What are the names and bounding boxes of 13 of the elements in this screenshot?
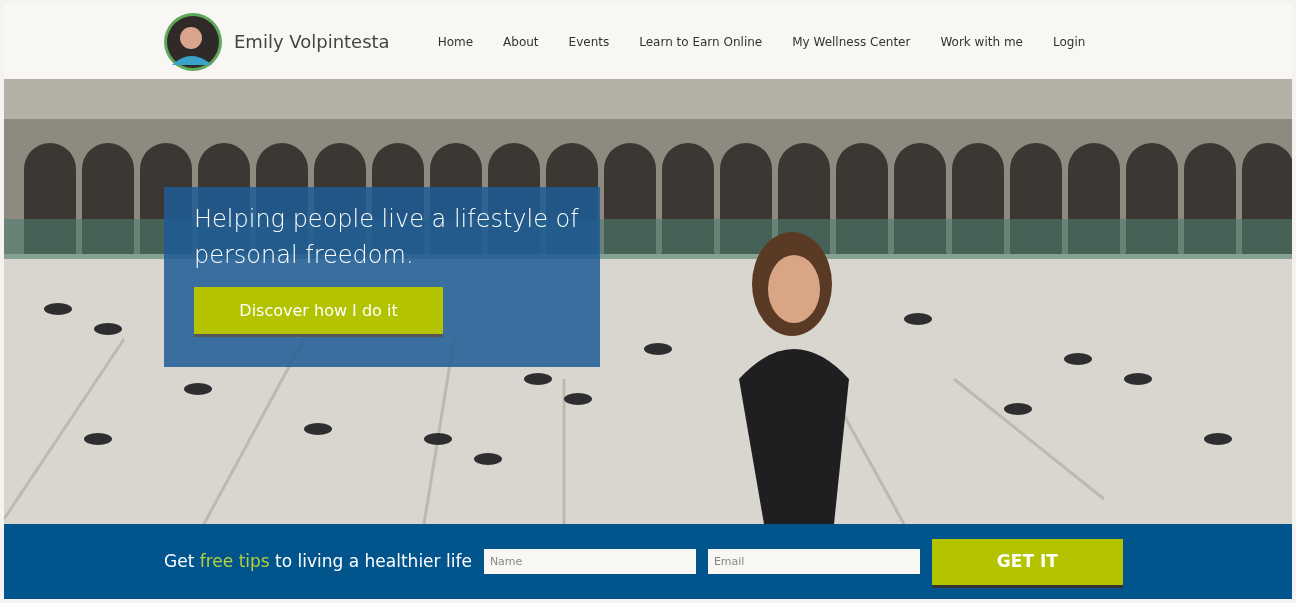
nav-link[interactable]: Events xyxy=(568,32,610,51)
signup-field[interactable]: Name xyxy=(483,549,696,574)
site-name: Emily Volpintesta xyxy=(234,30,390,54)
nav-link[interactable]: Learn to Earn Online xyxy=(639,32,763,51)
nav-link[interactable]: My Wellness Center xyxy=(792,32,911,51)
hero-headline: Helping people live a lifestyle of personal freedom. xyxy=(194,204,580,271)
nav-link[interactable]: Login xyxy=(1052,32,1086,51)
avatar-icon xyxy=(164,12,222,71)
nav-link[interactable]: Work with me xyxy=(940,32,1023,51)
nav-link[interactable]: Home xyxy=(437,32,474,51)
signup-tagline: Get free tips to living a healthier life xyxy=(164,549,472,573)
nav-link[interactable]: About xyxy=(503,32,539,51)
signup-field[interactable]: Email xyxy=(707,549,920,574)
